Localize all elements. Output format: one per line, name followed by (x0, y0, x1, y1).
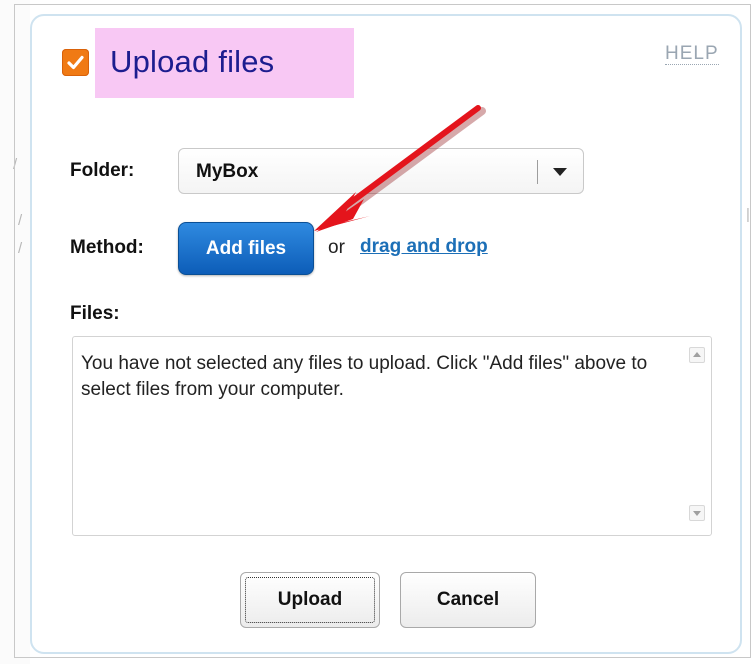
screen: / / / | Upload files HELP Folder: MyBox … (0, 0, 755, 664)
help-link[interactable]: HELP (665, 44, 719, 65)
dialog-title: Upload files (110, 44, 275, 79)
add-files-button[interactable]: Add files (178, 222, 314, 275)
upload-dialog (30, 14, 742, 654)
upload-button[interactable]: Upload (240, 572, 380, 628)
method-label: Method: (70, 237, 144, 258)
files-label: Files: (70, 303, 120, 324)
cancel-button[interactable]: Cancel (400, 572, 536, 628)
folder-label: Folder: (70, 160, 135, 181)
scroll-down-icon[interactable] (689, 505, 705, 521)
drag-and-drop-link[interactable]: drag and drop (360, 236, 488, 258)
files-scrollbar[interactable] (683, 337, 711, 535)
folder-select-value: MyBox (196, 161, 259, 182)
chevron-down-icon[interactable] (553, 168, 567, 176)
folder-select[interactable]: MyBox (178, 148, 584, 194)
or-text: or (328, 237, 345, 258)
files-list[interactable]: You have not selected any files to uploa… (72, 336, 712, 536)
scroll-up-icon[interactable] (689, 347, 705, 363)
folder-select-divider (537, 160, 538, 184)
checkbox-checked-icon (62, 49, 89, 76)
files-empty-message: You have not selected any files to uploa… (81, 353, 648, 400)
focus-ring (245, 577, 375, 623)
